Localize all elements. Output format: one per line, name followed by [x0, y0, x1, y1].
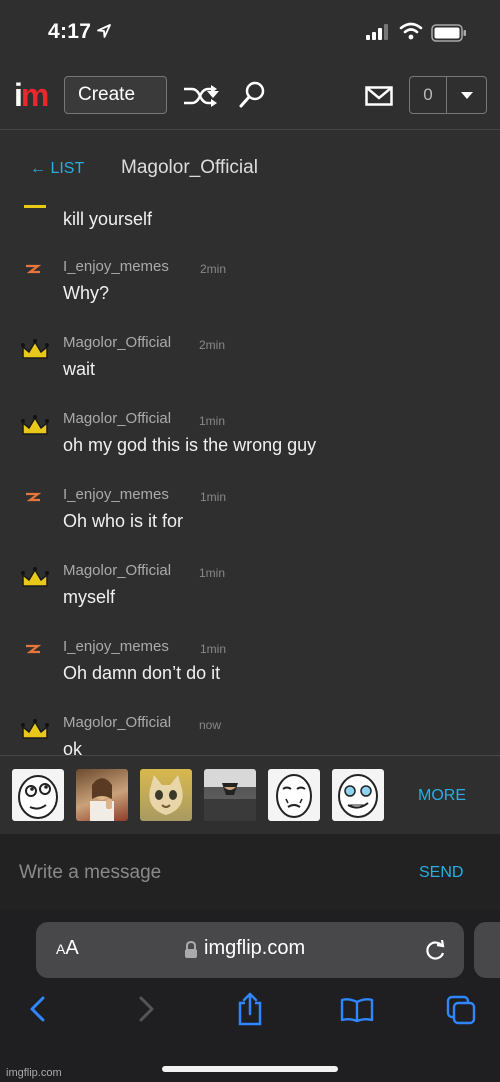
aa-large: A: [65, 937, 79, 959]
message-sender[interactable]: I_enjoy_memes: [63, 638, 169, 655]
logo-letter-i: i: [14, 77, 23, 113]
crown-icon: [20, 338, 50, 367]
home-indicator[interactable]: [162, 1066, 338, 1072]
message-item: I_enjoy_memes 1min Oh damn don’t do it: [0, 630, 500, 706]
message-item: Magolor_Official 1min myself: [0, 554, 500, 630]
left-arrow-icon: ←: [30, 160, 46, 177]
more-memes-button[interactable]: MORE: [418, 787, 466, 805]
message-text: myself: [63, 587, 116, 607]
create-button[interactable]: Create: [64, 76, 219, 114]
chat-title: Magolor_Official: [121, 157, 258, 178]
meme-thumb-crying-face[interactable]: [332, 769, 384, 821]
tabs-icon[interactable]: [445, 994, 477, 1031]
shuffle-icon[interactable]: [183, 84, 219, 113]
mail-icon[interactable]: [365, 86, 393, 111]
message-time: now: [199, 718, 222, 732]
notification-count[interactable]: 0: [409, 76, 446, 114]
battery-icon: [431, 24, 467, 47]
send-button[interactable]: SEND: [419, 864, 463, 882]
message-list[interactable]: kill yourself I_enjoy_memes 2min Why? Ma…: [0, 197, 500, 757]
message-input[interactable]: Write a message: [19, 862, 161, 884]
back-label: LIST: [50, 160, 85, 177]
meme-thumb-happy-cat[interactable]: [140, 769, 192, 821]
url-text: imgflip.com: [204, 937, 306, 959]
message-text: Oh who is it for: [63, 511, 184, 531]
message-item: Magolor_Official 1min oh my god this is …: [0, 402, 500, 478]
message-sender[interactable]: I_enjoy_memes: [63, 486, 169, 503]
meme-thumb-okay-guy[interactable]: [268, 769, 320, 821]
location-arrow-icon: [96, 23, 112, 44]
notification-dropdown-button[interactable]: [446, 76, 487, 114]
message-sender[interactable]: Magolor_Official: [63, 334, 171, 351]
message-text: Why?: [63, 283, 110, 303]
wifi-icon: [399, 22, 423, 45]
reload-icon[interactable]: [424, 938, 446, 967]
caret-down-icon: [460, 92, 473, 99]
back-to-list-link[interactable]: ← LIST: [30, 160, 84, 178]
crown-icon: [20, 718, 50, 747]
aa-small: A: [56, 941, 66, 957]
address-bar[interactable]: AA imgflip.com: [36, 922, 464, 978]
logo-letter-m: m: [20, 77, 49, 113]
back-arrow-icon[interactable]: [28, 995, 48, 1028]
browser-toolbar: AA imgflip.com imgflip.com: [0, 910, 500, 1082]
meme-thumb-rage-face[interactable]: [12, 769, 64, 821]
lightning-icon: [20, 262, 50, 283]
message-time: 2min: [200, 262, 227, 276]
message-sender[interactable]: Magolor_Official: [63, 562, 171, 579]
message-item: I_enjoy_memes 2min Why?: [0, 250, 500, 326]
message-time: 1min: [200, 490, 227, 504]
lightning-icon: [20, 490, 50, 511]
message-composer: Write a message SEND: [0, 834, 500, 910]
message-time: 2min: [199, 338, 226, 352]
message-time: 1min: [200, 642, 227, 656]
meme-thumb-buddy-christ[interactable]: [76, 769, 128, 821]
message-sender[interactable]: Magolor_Official: [63, 714, 171, 731]
lock-icon: [184, 940, 198, 964]
cellular-signal-icon: [366, 24, 392, 45]
message-text: wait: [63, 359, 96, 379]
message-item: Magolor_Official now ok: [0, 706, 500, 757]
crown-icon: [20, 414, 50, 443]
forward-arrow-icon[interactable]: [136, 995, 156, 1028]
message-sender[interactable]: I_enjoy_memes: [63, 258, 169, 275]
meme-picker-bar: MORE: [0, 755, 500, 834]
bookmarks-icon[interactable]: [340, 997, 374, 1028]
crown-icon: [24, 205, 46, 208]
imgflip-logo[interactable]: im: [14, 77, 49, 113]
next-tab-peek[interactable]: [474, 922, 500, 978]
meme-thumb-ceiling-cat[interactable]: [204, 769, 256, 821]
message-text: Oh damn don’t do it: [63, 663, 221, 683]
search-icon[interactable]: [238, 80, 266, 115]
chat-header: ← LIST Magolor_Official: [0, 130, 500, 202]
message-text: kill yourself: [63, 209, 153, 229]
message-item: Magolor_Official 2min wait: [0, 326, 500, 402]
message-time: 1min: [199, 414, 226, 428]
share-icon[interactable]: [236, 992, 264, 1031]
reader-settings-button[interactable]: AA: [56, 937, 79, 960]
create-label: Create: [78, 84, 136, 105]
status-bar: 4:17: [0, 0, 500, 62]
lightning-icon: [20, 642, 50, 663]
watermark: imgflip.com: [6, 1067, 62, 1079]
message-time: 1min: [199, 566, 226, 580]
message-text: oh my god this is the wrong guy: [63, 435, 317, 455]
message-item: I_enjoy_memes 1min Oh who is it for: [0, 478, 500, 554]
crown-icon: [20, 566, 50, 595]
message-sender[interactable]: Magolor_Official: [63, 410, 171, 427]
status-time: 4:17: [48, 20, 92, 43]
